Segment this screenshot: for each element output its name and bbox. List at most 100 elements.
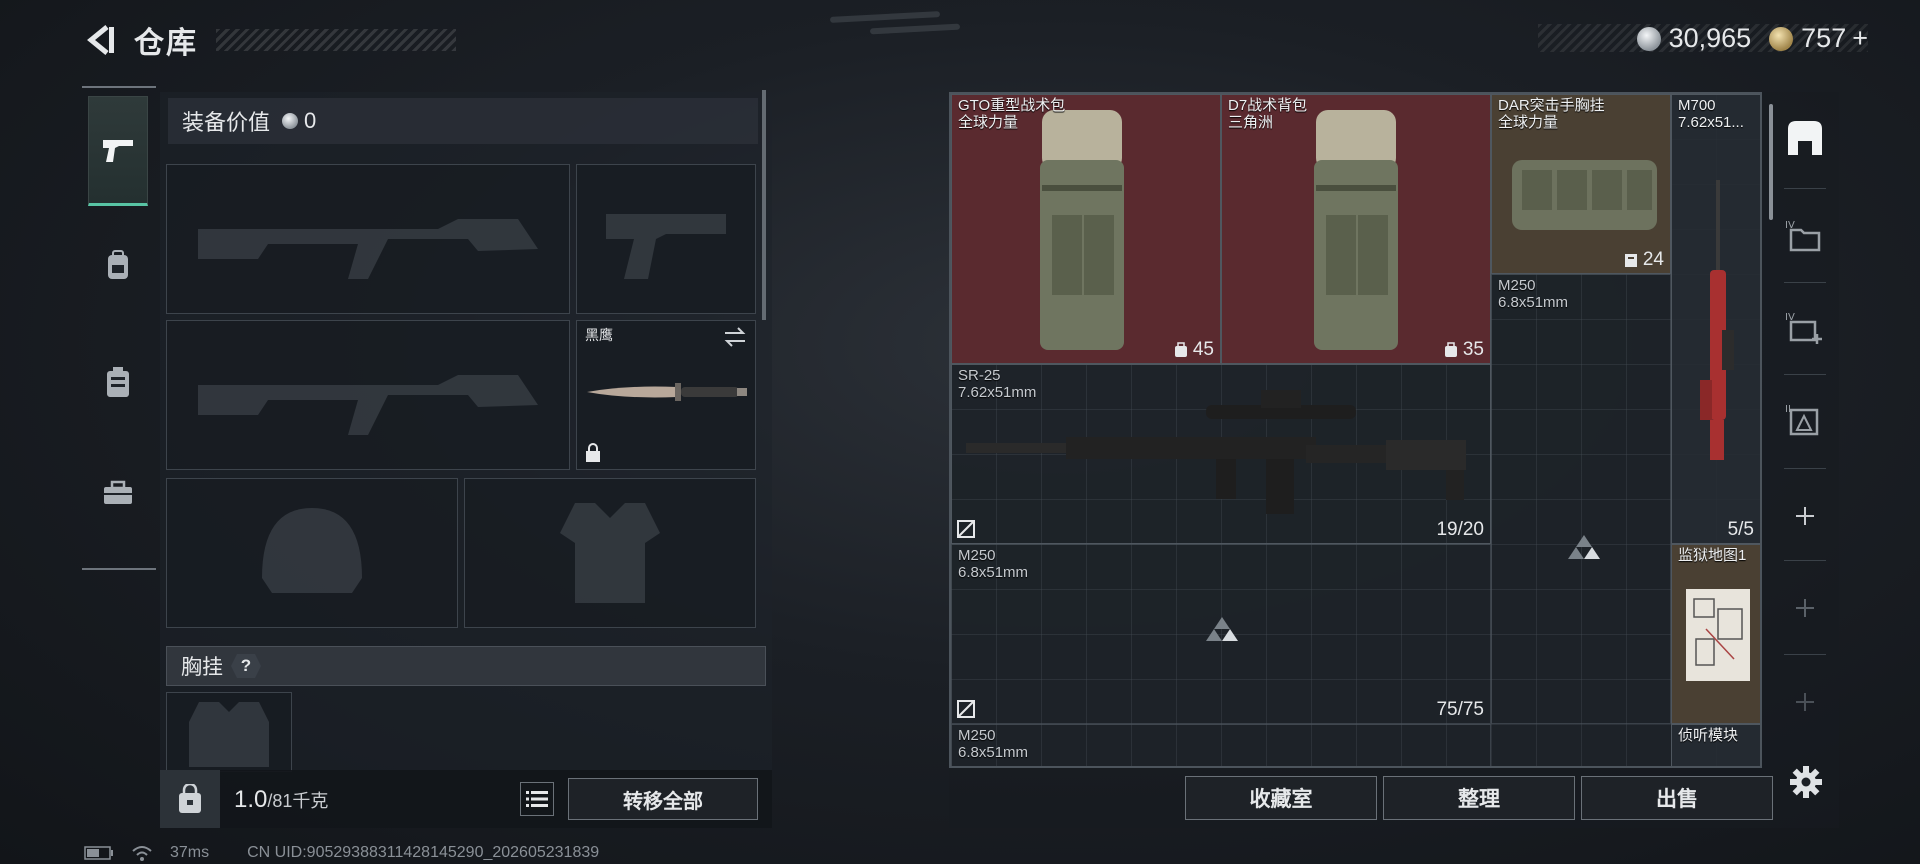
currency-display: 30,965 757 + [1538, 18, 1868, 58]
item-name: 监狱地图1 [1678, 547, 1747, 564]
stash-item-gto-backpack[interactable]: GTO重型战术包 全球力量 45 [951, 94, 1221, 364]
no-insure-icon [957, 520, 975, 538]
stash-item-dar-chest-rig[interactable]: DAR突击手胸挂 全球力量 24 [1491, 94, 1671, 274]
help-button[interactable]: ? [231, 654, 261, 678]
stash-page-marked[interactable]: II [1772, 380, 1837, 460]
gold-amount: 757 [1801, 22, 1847, 53]
home-icon [1787, 121, 1822, 155]
toolbox-icon [104, 480, 132, 504]
organize-button[interactable]: 整理 [1383, 776, 1575, 820]
loadout-nav [82, 86, 156, 570]
add-stash-page-button[interactable] [1772, 568, 1837, 648]
nav-backpack[interactable] [88, 210, 148, 320]
collection-room-button[interactable]: 收藏室 [1185, 776, 1377, 820]
add-case-icon: IV [1785, 312, 1822, 344]
add-currency-button[interactable]: + [1852, 23, 1868, 53]
item-capacity: 35 [1443, 339, 1484, 361]
armor-slot[interactable] [464, 478, 756, 628]
stash-item-m250-ammo[interactable]: M250 6.8x51mm 75/75 [951, 544, 1491, 724]
backpack-image [1040, 110, 1124, 350]
background-streak [869, 23, 961, 35]
stash-page-folder[interactable]: IV [1772, 196, 1837, 276]
item-name: 侦听模块 [1678, 727, 1739, 744]
chest-rig-capacity-icon [1624, 254, 1637, 267]
nav-toolbox[interactable] [88, 438, 148, 548]
equip-value: 0 [304, 108, 317, 133]
rifle-placeholder-icon [167, 165, 569, 313]
item-name: M250 6.8x51mm [958, 547, 1029, 581]
no-insure-icon [957, 700, 975, 718]
swap-icon[interactable] [723, 327, 747, 347]
weight-max: /81千克 [267, 791, 329, 811]
chest-rig-slot[interactable] [166, 692, 292, 772]
melee-slot[interactable]: 黑鹰 [576, 320, 756, 470]
locked-slot-icon [1568, 535, 1600, 559]
item-name: DAR突击手胸挂 全球力量 [1498, 97, 1605, 131]
silver-amount: 30,965 [1668, 22, 1752, 53]
stash-page-add-item[interactable]: IV [1772, 288, 1837, 368]
back-button[interactable] [80, 20, 120, 60]
bag-button[interactable] [160, 770, 220, 828]
stash-item-m250-ammo[interactable]: M250 6.8x51mm [951, 724, 1491, 766]
add-stash-page-button[interactable] [1772, 662, 1837, 742]
marked-box-icon: II [1785, 404, 1818, 436]
settings-button[interactable] [1784, 760, 1828, 804]
secondary-weapon-slot[interactable] [576, 164, 756, 314]
stash-item-m250-ammo[interactable]: M250 6.8x51mm [1491, 274, 1671, 724]
title-decoration [216, 29, 456, 51]
add-stash-page-button[interactable] [1772, 476, 1837, 556]
plus-icon [1795, 599, 1814, 617]
weight-current: 1.0 [234, 786, 268, 813]
loadout-panel: 装备价值 0 黑鹰 胸挂 ? [160, 92, 772, 828]
divider [1784, 188, 1826, 189]
wifi-icon [132, 846, 152, 861]
pistol-placeholder-icon [577, 165, 755, 313]
primary-weapon-slot[interactable] [166, 164, 570, 314]
chest-rig-header: 胸挂 ? [166, 646, 766, 686]
loadout-scrollbar[interactable] [762, 90, 766, 320]
helmet-placeholder-icon [167, 479, 457, 627]
item-name: M700 7.62x51... [1678, 97, 1744, 131]
divider [1784, 654, 1826, 655]
divider [1784, 468, 1826, 469]
weight-display: 1.0/81千克 [234, 786, 328, 814]
folder-icon: IV [1785, 220, 1820, 252]
item-name: M250 6.8x51mm [958, 727, 1029, 761]
item-name: D7战术背包 三角洲 [1228, 97, 1308, 131]
stash-item-prison-map[interactable]: 监狱地图1 [1671, 544, 1760, 724]
backpack-capacity-icon [1444, 342, 1457, 357]
stash-item-m700[interactable]: M700 7.62x51... 5/5 [1671, 94, 1760, 544]
chest-rig-image [1512, 160, 1657, 230]
top-bar: 仓库 [80, 18, 456, 62]
stash-page-home[interactable] [1772, 98, 1837, 178]
second-primary-slot[interactable] [166, 320, 570, 470]
knife-image [587, 383, 747, 401]
nav-weapons[interactable] [88, 96, 148, 206]
divider [1784, 282, 1826, 283]
transfer-all-button[interactable]: 转移全部 [568, 778, 758, 820]
stash-page-nav: IV IV II [1772, 92, 1837, 750]
silver-coin-icon [1636, 27, 1661, 52]
nav-chest-rig[interactable] [88, 328, 148, 438]
item-name: M250 6.8x51mm [1498, 277, 1569, 311]
carry-weight-bar: 1.0/81千克 转移全部 [160, 770, 772, 828]
backpack-icon [108, 250, 128, 279]
stash-grid: GTO重型战术包 全球力量 45 D7战术背包 三角洲 35 DAR突击手胸挂 全球力… [949, 92, 1762, 768]
list-view-button[interactable] [520, 782, 554, 816]
item-capacity: 24 [1623, 249, 1664, 271]
silver-coin-icon [282, 113, 299, 129]
stash-item-listening-module[interactable]: 侦听模块 [1671, 724, 1760, 766]
gold-balance[interactable]: 757 + [1769, 23, 1868, 54]
item-name: SR-25 7.62x51mm [958, 367, 1037, 401]
stash-item-d7-backpack[interactable]: D7战术背包 三角洲 35 [1221, 94, 1491, 364]
backpack-capacity-icon [1174, 342, 1187, 357]
chest-rig-label: 胸挂 [181, 656, 223, 679]
stash-item-sr25[interactable]: SR-25 7.62x51mm 19/20 [951, 364, 1491, 544]
page-title: 仓库 [134, 27, 198, 60]
helmet-slot[interactable] [166, 478, 458, 628]
bag-lock-icon [179, 784, 201, 813]
divider [1784, 374, 1826, 375]
sr25-rifle-image [966, 390, 1466, 514]
sell-button[interactable]: 出售 [1581, 776, 1773, 820]
gear-icon [1790, 766, 1822, 798]
